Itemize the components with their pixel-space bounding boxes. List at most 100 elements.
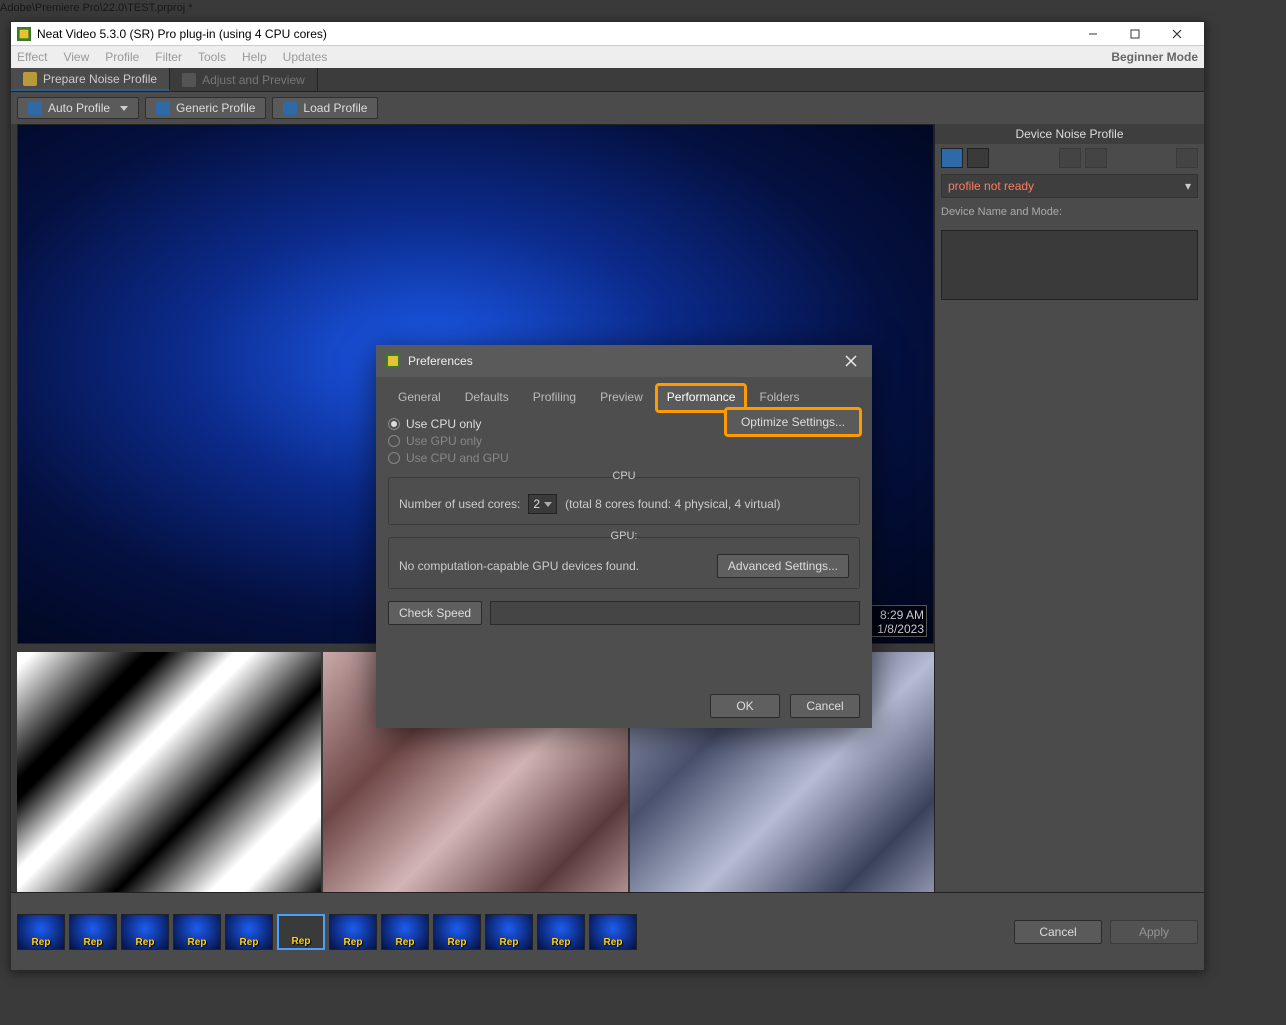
close-button[interactable] <box>1156 23 1198 45</box>
thumb-7[interactable]: Rep <box>329 914 377 950</box>
wand-icon <box>28 101 42 115</box>
dialog-close-icon[interactable] <box>840 350 862 372</box>
panel-tools <box>935 144 1204 172</box>
radio-gpu-label: Use GPU only <box>406 434 482 448</box>
profile-toolbar: Auto Profile Generic Profile Load Profil… <box>11 92 1204 124</box>
radio-both-label: Use CPU and GPU <box>406 451 509 465</box>
parent-app-hint: Adobe\Premiere Pro\22.0\TEST.prproj * <box>0 2 193 14</box>
dialog-icon <box>386 354 400 368</box>
menu-tools[interactable]: Tools <box>198 50 226 64</box>
device-name-label: Device Name and Mode: <box>935 200 1204 224</box>
target-icon <box>156 101 170 115</box>
open-profile-icon[interactable] <box>941 148 963 168</box>
load-profile-label: Load Profile <box>303 101 367 115</box>
menu-view[interactable]: View <box>63 50 89 64</box>
undo-icon <box>1059 148 1081 168</box>
load-profile-button[interactable]: Load Profile <box>272 97 378 119</box>
thumb-8[interactable]: Rep <box>381 914 429 950</box>
thumb-badge: Rep <box>434 937 480 948</box>
chevron-down-icon: ▾ <box>1185 179 1191 193</box>
cores-select[interactable]: 2 <box>528 494 557 514</box>
dialog-ok-button[interactable]: OK <box>710 694 780 718</box>
thumb-badge: Rep <box>330 937 376 948</box>
auto-profile-label: Auto Profile <box>48 101 110 115</box>
thumb-badge: Rep <box>226 937 272 948</box>
thumb-badge: Rep <box>538 937 584 948</box>
thumb-11[interactable]: Rep <box>537 914 585 950</box>
minimize-button[interactable] <box>1072 23 1114 45</box>
prefs-tabs: General Defaults Profiling Preview Perfo… <box>388 385 860 411</box>
redo-icon <box>1085 148 1107 168</box>
preferences-dialog: Preferences General Defaults Profiling P… <box>376 345 872 728</box>
thumb-12[interactable]: Rep <box>589 914 637 950</box>
prefs-tab-folders[interactable]: Folders <box>749 385 809 411</box>
thumb-2[interactable]: Rep <box>69 914 117 950</box>
menu-profile[interactable]: Profile <box>105 50 139 64</box>
speed-result <box>490 601 860 625</box>
thumb-badge: Rep <box>486 937 532 948</box>
thumb-badge: Rep <box>70 937 116 948</box>
dialog-titlebar: Preferences <box>376 345 872 377</box>
apply-button[interactable]: Apply <box>1110 920 1198 944</box>
app-icon <box>17 27 31 41</box>
menu-updates[interactable]: Updates <box>283 50 328 64</box>
cancel-button[interactable]: Cancel <box>1014 920 1102 944</box>
top-tabs: Prepare Noise Profile Adjust and Preview <box>11 68 1204 92</box>
thumb-badge: Rep <box>122 937 168 948</box>
gpu-group: GPU: No computation-capable GPU devices … <box>388 537 860 589</box>
thumb-10[interactable]: Rep <box>485 914 533 950</box>
thumb-9[interactable]: Rep <box>433 914 481 950</box>
info-icon <box>1176 148 1198 168</box>
tab-prepare-label: Prepare Noise Profile <box>43 72 157 86</box>
panel-title: Device Noise Profile <box>935 124 1204 144</box>
radio-cpu-label: Use CPU only <box>406 417 481 431</box>
prefs-tab-profiling[interactable]: Profiling <box>523 385 586 411</box>
radio-icon <box>388 435 400 447</box>
thumb-3[interactable]: Rep <box>121 914 169 950</box>
thumb-1[interactable]: Rep <box>17 914 65 950</box>
prefs-tab-preview[interactable]: Preview <box>590 385 653 411</box>
radio-icon <box>388 418 400 430</box>
thumb-4[interactable]: Rep <box>173 914 221 950</box>
save-profile-icon[interactable] <box>967 148 989 168</box>
thumb-6[interactable]: Rep <box>277 914 325 950</box>
prefs-tab-performance[interactable]: Performance <box>657 385 746 411</box>
chevron-down-icon[interactable] <box>120 106 128 111</box>
thumb-5[interactable]: Rep <box>225 914 273 950</box>
menu-effect[interactable]: Effect <box>17 50 47 64</box>
radio-cpu-and-gpu: Use CPU and GPU <box>388 451 860 465</box>
prefs-tab-general[interactable]: General <box>388 385 451 411</box>
advanced-settings-button[interactable]: Advanced Settings... <box>717 554 849 578</box>
tab-prepare-noise-profile[interactable]: Prepare Noise Profile <box>11 68 170 91</box>
dialog-title: Preferences <box>408 354 473 368</box>
mode-label[interactable]: Beginner Mode <box>1111 50 1198 64</box>
generic-profile-button[interactable]: Generic Profile <box>145 97 266 119</box>
gpu-message: No computation-capable GPU devices found… <box>399 559 639 573</box>
tab-adjust-preview[interactable]: Adjust and Preview <box>170 68 318 91</box>
prefs-tab-defaults[interactable]: Defaults <box>455 385 519 411</box>
cpu-legend: CPU <box>606 470 641 482</box>
radio-gpu-only: Use GPU only <box>388 434 860 448</box>
maximize-button[interactable] <box>1114 23 1156 45</box>
thumb-badge: Rep <box>18 937 64 948</box>
device-name-field[interactable] <box>941 230 1198 300</box>
right-panel: Device Noise Profile profile not ready ▾… <box>934 124 1204 892</box>
thumb-badge: Rep <box>590 937 636 948</box>
folder-icon <box>283 101 297 115</box>
tab-prepare-icon <box>23 72 37 86</box>
menu-filter[interactable]: Filter <box>155 50 182 64</box>
profile-status-text: profile not ready <box>948 179 1034 193</box>
cores-value: 2 <box>533 497 540 511</box>
menu-help[interactable]: Help <box>242 50 267 64</box>
optimize-settings-button[interactable]: Optimize Settings... <box>726 409 860 435</box>
auto-profile-button[interactable]: Auto Profile <box>17 97 139 119</box>
channel-y[interactable]: Y Enhanced <box>17 652 321 912</box>
tab-adjust-label: Adjust and Preview <box>202 73 305 87</box>
dialog-cancel-button[interactable]: Cancel <box>790 694 860 718</box>
cores-info: (total 8 cores found: 4 physical, 4 virt… <box>565 497 780 511</box>
titlebar: Neat Video 5.3.0 (SR) Pro plug-in (using… <box>11 22 1204 46</box>
tab-adjust-icon <box>182 73 196 87</box>
cores-label: Number of used cores: <box>399 497 520 511</box>
check-speed-button[interactable]: Check Speed <box>388 601 482 625</box>
profile-status[interactable]: profile not ready ▾ <box>941 174 1198 198</box>
